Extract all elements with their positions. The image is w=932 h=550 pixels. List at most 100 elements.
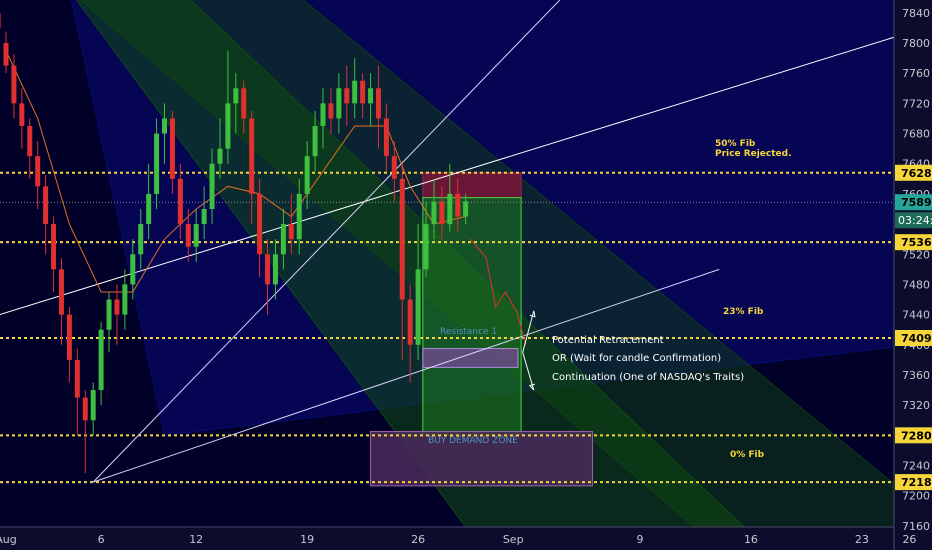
- price-badge-text-7628: 7628: [901, 167, 932, 180]
- candle-body-1: [3, 43, 9, 66]
- candle-body-34: [265, 254, 271, 285]
- x-tick-6: 9: [637, 533, 644, 546]
- zone-resistance: [422, 348, 519, 368]
- candle-body-27: [209, 163, 215, 209]
- candle-body-5: [35, 156, 41, 187]
- x-tick-8: 23: [855, 533, 869, 546]
- candle-body-52: [407, 299, 413, 345]
- x-axis-panel[interactable]: [0, 527, 894, 550]
- y-tick-7160: 7160: [902, 520, 930, 533]
- candle-body-11: [82, 397, 88, 421]
- price-badge-text-7409: 7409: [901, 332, 932, 345]
- candle-body-57: [447, 193, 453, 225]
- x-tick-9: 26: [902, 533, 916, 546]
- candle-body-51: [399, 178, 405, 300]
- candle-body-38: [296, 193, 302, 240]
- y-tick-7720: 7720: [902, 97, 930, 110]
- candle-body-46: [360, 80, 366, 104]
- candle-body-20: [154, 133, 160, 194]
- countdown-text: 03:24:2: [898, 214, 932, 227]
- candle-body-49: [383, 118, 389, 157]
- y-tick-7760: 7760: [902, 67, 930, 80]
- candle-body-17: [130, 254, 136, 285]
- candle-body-0: [0, 12, 1, 28]
- candle-body-6: [43, 186, 49, 225]
- price-badge-text-7280: 7280: [901, 429, 932, 442]
- candle-body-50: [391, 156, 397, 179]
- candle-body-10: [74, 359, 80, 398]
- candle-body-54: [423, 224, 429, 270]
- fib50-label-line2: Price Rejected.: [715, 149, 792, 159]
- chart-canvas[interactable]: 50% Fib Price Rejected. 23% Fib 0% Fib R…: [0, 0, 932, 550]
- candle-body-25: [193, 224, 199, 247]
- candle-body-31: [241, 88, 247, 119]
- candle-body-44: [344, 88, 350, 104]
- x-tick-7: 16: [744, 533, 758, 546]
- candle-body-41: [320, 103, 326, 126]
- x-tick-2: 12: [189, 533, 203, 546]
- price-chart[interactable]: 50% Fib Price Rejected. 23% Fib 0% Fib R…: [0, 0, 932, 550]
- y-tick-7240: 7240: [902, 460, 930, 473]
- candle-body-14: [106, 299, 112, 330]
- x-tick-0: Aug: [0, 533, 17, 546]
- fib50-label-line1: 50% Fib: [715, 139, 756, 149]
- candle-body-42: [328, 103, 334, 119]
- y-tick-7840: 7840: [902, 7, 930, 20]
- candle-body-29: [225, 103, 231, 149]
- y-tick-7680: 7680: [902, 128, 930, 141]
- note-continuation: Continuation (One of NASDAQ's Traits): [552, 372, 744, 383]
- candle-body-28: [217, 148, 223, 164]
- candle-body-13: [98, 329, 104, 391]
- x-tick-4: 26: [411, 533, 425, 546]
- candle-body-40: [312, 125, 318, 157]
- candle-body-56: [439, 201, 445, 225]
- y-tick-7480: 7480: [902, 278, 930, 291]
- candle-body-19: [146, 193, 152, 225]
- candle-body-9: [66, 314, 72, 360]
- candle-body-33: [257, 193, 263, 255]
- candle-body-30: [233, 88, 239, 104]
- note-retracement: Potential Retracement: [552, 335, 664, 346]
- y-tick-7320: 7320: [902, 399, 930, 412]
- zone-stop: [422, 172, 522, 199]
- y-tick-7440: 7440: [902, 309, 930, 322]
- candle-body-53: [415, 269, 421, 345]
- fib23-label: 23% Fib: [723, 307, 764, 317]
- candle-body-8: [58, 269, 64, 315]
- x-tick-1: 6: [98, 533, 105, 546]
- candle-body-7: [51, 224, 57, 270]
- y-tick-7520: 7520: [902, 248, 930, 261]
- candle-body-3: [19, 103, 25, 126]
- candle-body-2: [11, 65, 17, 104]
- candle-body-48: [375, 88, 381, 119]
- fib0-label: 0% Fib: [730, 450, 765, 460]
- candle-body-12: [90, 390, 96, 421]
- candle-body-21: [162, 118, 167, 134]
- candle-body-55: [431, 201, 437, 225]
- candle-body-18: [138, 224, 144, 255]
- candle-body-23: [177, 178, 183, 225]
- candle-body-24: [185, 224, 191, 247]
- candle-body-16: [122, 284, 128, 315]
- candle-body-43: [336, 88, 342, 119]
- x-tick-5: Sep: [503, 533, 524, 546]
- candle-body-45: [352, 80, 358, 104]
- y-tick-7360: 7360: [902, 369, 930, 382]
- candle-body-32: [249, 118, 255, 194]
- price-badge-text-7589: 7589: [901, 196, 932, 209]
- y-tick-7200: 7200: [902, 490, 930, 503]
- candle-body-36: [280, 224, 286, 255]
- candle-body-26: [201, 208, 207, 225]
- candle-body-39: [304, 156, 310, 194]
- candle-body-4: [27, 125, 33, 157]
- resistance-label: Resistance 1: [440, 327, 497, 337]
- price-badge-text-7536: 7536: [901, 236, 932, 249]
- price-badge-text-7218: 7218: [901, 476, 932, 489]
- note-confirmation: OR (Wait for candle Confirmation): [552, 353, 721, 364]
- candle-body-59: [463, 201, 469, 217]
- candle-body-35: [272, 254, 278, 285]
- candle-body-15: [114, 299, 120, 315]
- candle-body-37: [288, 224, 294, 240]
- candle-body-22: [169, 118, 175, 179]
- candle-body-58: [455, 193, 461, 217]
